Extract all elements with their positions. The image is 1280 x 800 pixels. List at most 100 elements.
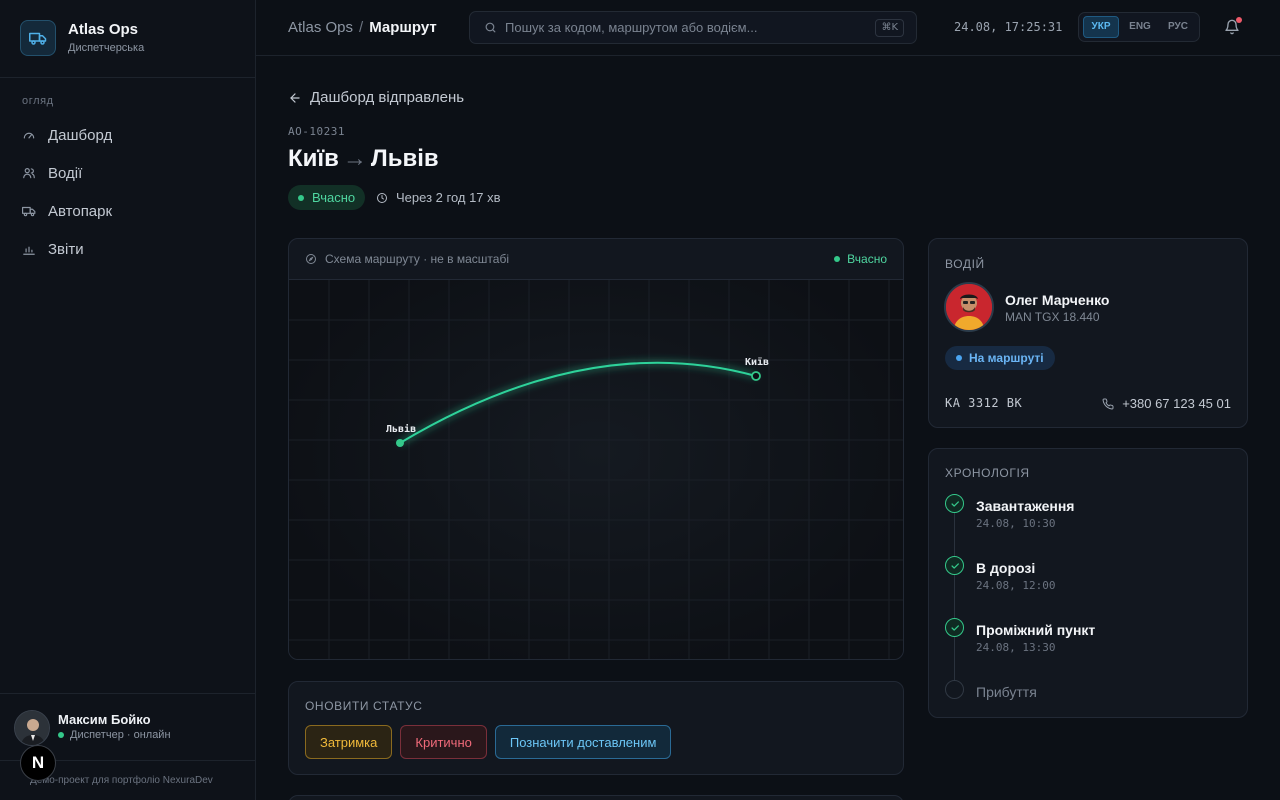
breadcrumb-current: Маршрут <box>369 19 437 36</box>
timeline-event-title: Проміжний пункт <box>976 622 1096 638</box>
sidebar-item-dashboard[interactable]: Дашборд <box>14 116 242 154</box>
status-badge: Вчасно <box>288 185 366 210</box>
users-icon <box>23 168 35 179</box>
phone-icon <box>1102 397 1114 409</box>
driver-name: Олег Марченко <box>1005 292 1110 308</box>
search-icon <box>485 22 496 33</box>
route-origin: Київ <box>288 145 339 172</box>
topbar: Atlas Ops / Маршрут ⌘K 24.08, 17:25:31 УКР… <box>256 0 1280 56</box>
n-badge[interactable]: N <box>20 745 56 781</box>
timeline-event-title: Завантаження <box>976 498 1075 514</box>
sidebar-item-label: Дашборд <box>48 126 113 144</box>
license-plate: KA 3312 BK <box>945 396 1023 410</box>
critical-button[interactable]: Критично <box>400 725 487 759</box>
route-map-svg: Львів Київ <box>289 280 903 659</box>
breadcrumb-root[interactable]: Atlas Ops <box>288 19 353 36</box>
search-box[interactable]: ⌘K <box>469 11 917 44</box>
driver-avatar[interactable] <box>944 282 994 332</box>
sidebar-item-label: Звіти <box>48 240 84 258</box>
status-update-title: Оновити статус <box>305 699 423 713</box>
mark-delivered-button[interactable]: Позначити доставленим <box>494 725 672 759</box>
sidebar-section-label: огляд <box>22 95 54 107</box>
route-map[interactable]: Львів Київ <box>289 280 903 659</box>
sidebar-item-drivers[interactable]: Водії <box>14 154 242 192</box>
page-title: Київ → Львів <box>288 145 439 173</box>
gauge-icon <box>23 132 35 139</box>
back-link-label: Дашборд відправлень <box>310 89 465 106</box>
status-badge-label: Вчасно <box>312 190 356 205</box>
route-destination: Львів <box>370 145 439 172</box>
clock-icon <box>377 192 387 203</box>
timeline-event-title: В дорозі <box>976 560 1036 576</box>
timeline-event-time: 24.08, 13:30 <box>976 641 1056 654</box>
brand-name: Atlas Ops <box>68 20 139 38</box>
truck-icon <box>20 20 56 56</box>
lang-eng[interactable]: ENG <box>1123 16 1157 38</box>
pending-circle-icon <box>945 680 964 699</box>
driver-status-label: На маршруті <box>969 351 1044 365</box>
status-dot <box>834 256 841 262</box>
online-dot <box>58 732 64 738</box>
breadcrumb-separator: / <box>359 19 364 36</box>
shipment-code: AO-10231 <box>288 125 345 138</box>
driver-truck: MAN TGX 18.440 <box>1005 310 1100 324</box>
map-status: Вчасно <box>834 252 887 266</box>
sidebar-divider <box>0 77 256 78</box>
sidebar-item-label: Водії <box>48 164 83 182</box>
map-status-label: Вчасно <box>847 252 887 266</box>
origin-marker[interactable] <box>751 371 761 381</box>
route-map-card: Схема маршруту · не в масштабі Вчасно Ль… <box>288 238 904 660</box>
timeline-title: Хронологія <box>945 466 1030 480</box>
status-dot <box>956 355 962 361</box>
breadcrumb: Atlas Ops / Маршрут <box>288 19 437 36</box>
eta-text: Через 2 год 17 хв <box>396 190 501 205</box>
sidebar-item-label: Автопарк <box>48 202 113 220</box>
driver-status-badge: На маршруті <box>945 346 1055 370</box>
arrow-left-icon <box>290 92 300 103</box>
next-card <box>288 795 904 800</box>
driver-phone[interactable]: +380 67 123 45 01 <box>1102 396 1231 411</box>
language-switcher: УКР ENG РУС <box>1078 12 1200 42</box>
search-shortcut: ⌘K <box>875 19 904 37</box>
avatar <box>14 710 50 746</box>
check-icon <box>945 618 964 637</box>
route-line <box>399 361 757 444</box>
status-dot <box>298 194 304 201</box>
brand-subtitle: Диспетчерська <box>68 41 145 54</box>
status-buttons: Затримка Критично Позначити доставленим <box>305 725 672 759</box>
map-header: Схема маршруту · не в масштабі Вчасно <box>289 239 903 280</box>
eta: Через 2 год 17 хв <box>376 190 501 205</box>
bell-icon[interactable] <box>1224 17 1242 37</box>
map-grid <box>289 280 903 659</box>
destination-label: Львів <box>386 423 416 435</box>
status-update-card: Оновити статус Затримка Критично Позначи… <box>288 681 904 775</box>
timeline-event-time: 24.08, 12:00 <box>976 579 1056 592</box>
user-role-text: Диспетчер · онлайн <box>70 729 171 741</box>
sidebar-item-fleet[interactable]: Автопарк <box>14 192 242 230</box>
origin-label: Київ <box>745 356 769 368</box>
back-link[interactable]: Дашборд відправлень <box>288 89 464 106</box>
user-role: Диспетчер · онлайн <box>58 729 171 741</box>
destination-marker[interactable] <box>396 439 404 447</box>
route-arrow: → <box>342 145 367 172</box>
timeline-event-time: 24.08, 10:30 <box>976 517 1056 530</box>
timeline-line <box>954 511 955 689</box>
sidebar: Atlas Ops Диспетчерська огляд Дашборд Во… <box>0 0 256 800</box>
delay-button[interactable]: Затримка <box>305 725 393 759</box>
datetime: 24.08, 17:25:31 <box>954 20 1063 34</box>
timeline-event-title: Прибуття <box>976 684 1037 700</box>
lang-ukr[interactable]: УКР <box>1083 16 1119 38</box>
sidebar-item-reports[interactable]: Звіти <box>14 230 242 268</box>
search-input[interactable] <box>505 20 865 35</box>
brand[interactable]: Atlas Ops Диспетчерська <box>20 20 144 56</box>
bar-chart-icon <box>23 246 35 255</box>
driver-phone-number: +380 67 123 45 01 <box>1122 396 1231 411</box>
user-name: Максим Бойко <box>58 712 151 727</box>
timeline-card: Хронологія Завантаження 24.08, 10:30 В д… <box>928 448 1248 718</box>
check-icon <box>945 494 964 513</box>
driver-card-title: Водій <box>945 257 985 271</box>
map-header-label: Схема маршруту · не в масштабі <box>325 252 509 266</box>
truck-icon <box>22 206 36 217</box>
driver-card: Водій Олег Марченко MAN TGX 18.440 На ма… <box>928 238 1248 428</box>
lang-rus[interactable]: РУС <box>1161 16 1195 38</box>
